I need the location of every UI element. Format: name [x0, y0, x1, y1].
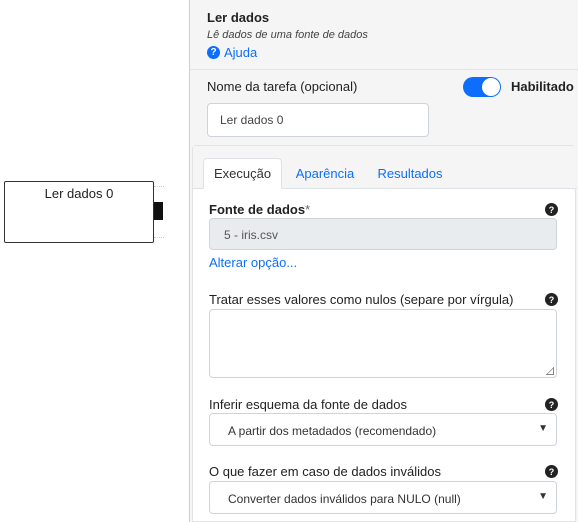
invalid-data-label: O que fazer em caso de dados inválidos	[209, 464, 441, 479]
data-source-help-icon[interactable]: ?	[545, 203, 558, 216]
null-values-textarea[interactable]	[209, 309, 557, 378]
data-source-label: Fonte de dados*	[209, 202, 310, 217]
output-port[interactable]	[154, 202, 163, 220]
resize-grip-icon[interactable]	[546, 367, 554, 375]
invalid-data-help-icon[interactable]: ?	[545, 465, 558, 478]
panel-header: Ler dados Lê dados de uma fonte de dados…	[190, 0, 578, 70]
change-option-link[interactable]: Alterar opção...	[209, 255, 297, 270]
tab-resultados[interactable]: Resultados	[368, 158, 452, 189]
task-name-input[interactable]	[207, 103, 429, 137]
data-source-value: 5 - iris.csv	[209, 218, 557, 250]
infer-schema-help-icon[interactable]: ?	[545, 398, 558, 411]
help-circle-icon: ?	[207, 46, 220, 59]
tabs-bar: Execução Aparência Resultados	[193, 146, 577, 189]
task-name-section: Nome da tarefa (opcional) Habilitado	[190, 71, 578, 145]
panel-subtitle: Lê dados de uma fonte de dados	[207, 29, 368, 41]
help-link[interactable]: ? Ajuda	[207, 45, 578, 60]
invalid-data-select[interactable]: Converter dados inválidos para NULO (nul…	[209, 481, 557, 514]
tab-execucao[interactable]: Execução	[203, 158, 282, 189]
toggle-knob	[482, 78, 500, 96]
infer-schema-label: Inferir esquema da fonte de dados	[209, 397, 408, 412]
required-mark: *	[305, 202, 311, 217]
help-link-label: Ajuda	[224, 45, 258, 60]
tabs-container: Execução Aparência Resultados Fonte de d…	[192, 145, 577, 522]
null-values-label: Tratar esses valores como nulos (separe …	[209, 292, 514, 307]
tab-aparencia[interactable]: Aparência	[285, 158, 365, 189]
data-source-label-text: Fonte de dados	[209, 202, 306, 217]
chevron-down-icon: ▼	[538, 423, 548, 434]
enabled-toggle[interactable]	[463, 77, 501, 97]
infer-schema-selected: A partir dos metadados (recomendado)	[228, 424, 437, 438]
task-node-title: Ler dados 0	[44, 186, 114, 201]
null-values-help-icon[interactable]: ?	[545, 293, 558, 306]
panel-title: Ler dados	[207, 10, 270, 25]
task-name-label: Nome da tarefa (opcional)	[207, 79, 358, 94]
infer-schema-select[interactable]: A partir dos metadados (recomendado) ▼	[209, 413, 557, 446]
properties-panel: Ler dados Lê dados de uma fonte de dados…	[189, 0, 578, 522]
enabled-label: Habilitado	[511, 79, 574, 94]
task-node-read-data[interactable]: Ler dados 0	[4, 181, 154, 243]
invalid-data-selected: Converter dados inválidos para NULO (nul…	[228, 492, 461, 506]
chevron-down-icon: ▼	[538, 491, 548, 502]
workflow-canvas[interactable]: Ler dados 0	[0, 0, 190, 522]
